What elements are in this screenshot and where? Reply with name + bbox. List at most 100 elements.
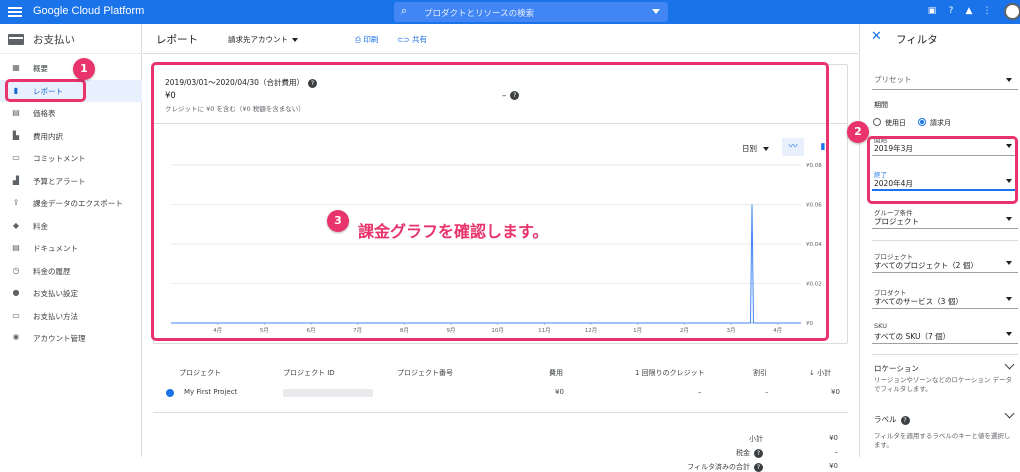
filter-title: フィルタ xyxy=(896,32,938,47)
col-header-cost[interactable]: 費用 xyxy=(549,368,563,378)
help-icon[interactable]: ? xyxy=(754,463,763,472)
labels-description: フィルタを適用するラベルのキーと値を選択します。 xyxy=(874,432,1014,450)
sidebar-item-label: 概要 xyxy=(33,63,48,74)
commitment-icon: ▭ xyxy=(11,153,21,163)
history-icon: ◷ xyxy=(11,266,21,276)
terminal-icon[interactable]: ▣ xyxy=(926,5,938,17)
sku-label: SKU xyxy=(874,322,887,330)
sidebar-item[interactable]: ● お支払い設定 xyxy=(0,282,142,304)
invoice-month-label: 請求月 xyxy=(930,118,951,128)
menu-icon[interactable] xyxy=(8,5,22,19)
col-header-project-number[interactable]: プロジェクト番号 xyxy=(397,368,453,378)
close-icon[interactable]: ✕ xyxy=(871,29,882,44)
location-header[interactable]: ロケーション xyxy=(874,363,919,374)
sidebar-item[interactable]: ▭お支払い方法 xyxy=(0,305,142,327)
filtered-total-label-text: フィルタ済みの合計 xyxy=(687,463,750,471)
sidebar-item[interactable]: ▦概要 xyxy=(0,57,142,79)
usage-date-label: 使用日 xyxy=(885,118,906,128)
subtotal-label: 小計 xyxy=(713,434,763,444)
sidebar-item-label: 費用内訳 xyxy=(33,131,63,142)
chevron-down-icon[interactable] xyxy=(652,9,660,14)
col-header-subtotal[interactable]: ↓ 小計 xyxy=(809,368,831,378)
filtered-total-label: フィルタ済みの合計? xyxy=(653,462,763,472)
preset-value: プリセット xyxy=(874,74,912,85)
gear-icon: ✱ xyxy=(11,333,21,343)
tax-value: – xyxy=(803,448,838,456)
search-placeholder: プロダクトとリソースの検索 xyxy=(424,7,534,19)
divider xyxy=(872,240,1018,241)
product-select[interactable]: プロダクト すべてのサービス（3 個） xyxy=(872,287,1018,309)
col-header-subtotal-label: 小計 xyxy=(817,369,831,377)
sidebar-item[interactable]: ⇪課金データのエクスポート xyxy=(0,192,142,214)
search-bar[interactable]: ⌕ プロダクトとリソースの検索 xyxy=(394,2,668,22)
help-icon[interactable]: ? xyxy=(754,449,763,458)
table-divider xyxy=(153,412,848,413)
chevron-down-icon[interactable] xyxy=(1005,409,1015,419)
filter-header: ✕ フィルタ xyxy=(860,24,1020,54)
chevron-down-icon[interactable] xyxy=(1005,360,1015,370)
sku-select[interactable]: SKU すべての SKU（7 個） xyxy=(872,322,1018,344)
help-icon[interactable]: ? xyxy=(945,5,957,17)
invoice-month-radio[interactable] xyxy=(918,118,926,126)
sidebar-item-label: 価格表 xyxy=(33,108,56,119)
notifications-icon[interactable]: ▲ xyxy=(963,5,975,17)
sidebar-item[interactable]: ▤ 価格表 xyxy=(0,102,142,124)
billing-card-icon xyxy=(8,34,24,45)
preset-select[interactable]: プリセット xyxy=(872,68,1018,90)
sidebar-item[interactable]: ✱ アカウント管理 xyxy=(0,327,142,349)
chevron-down-icon xyxy=(1006,78,1012,82)
subtotal-value: ¥0 xyxy=(803,434,838,442)
person-icon: ● xyxy=(11,288,21,298)
sidebar-item-label: コミットメント xyxy=(33,153,86,164)
cell-cost: ¥0 xyxy=(555,388,564,396)
col-header-project-id[interactable]: プロジェクト ID xyxy=(283,368,335,378)
labels-header-text: ラベル xyxy=(874,415,897,424)
waterfall-icon: ▙ xyxy=(11,131,21,141)
sidebar-item-label: お支払い設定 xyxy=(33,288,78,299)
col-header-project[interactable]: プロジェクト xyxy=(179,368,221,378)
sidebar-item-label: お支払い方法 xyxy=(33,311,78,322)
sort-arrow-icon: ↓ xyxy=(809,369,815,377)
tax-label-text: 税金 xyxy=(736,449,750,457)
cell-subtotal: ¥0 xyxy=(831,388,840,396)
budget-icon: ▟ xyxy=(11,176,21,186)
sidebar-item-label: アカウント管理 xyxy=(33,333,86,344)
project-value: すべてのプロジェクト（2 個） xyxy=(874,260,978,271)
brand-title[interactable]: Google Cloud Platform xyxy=(33,5,144,17)
sidebar-item[interactable]: ▤ドキュメント xyxy=(0,237,142,259)
export-icon: ⇪ xyxy=(11,198,21,208)
col-header-discount[interactable]: 割引 xyxy=(753,368,767,378)
top-app-bar: Google Cloud Platform ⌕ プロダクトとリソースの検索 ▣ … xyxy=(0,0,1020,24)
cell-credit: – xyxy=(698,388,702,396)
sidebar-item[interactable]: ◆ 料金 xyxy=(0,215,142,237)
table-icon: ▤ xyxy=(11,108,21,118)
sidebar-item-label: 料金 xyxy=(33,221,48,232)
tag-icon: ◆ xyxy=(11,221,21,231)
more-vert-icon[interactable]: ⋮ xyxy=(981,5,993,17)
step-badge-2: 2 xyxy=(847,121,869,143)
project-select[interactable]: プロジェクト すべてのプロジェクト（2 個） xyxy=(872,251,1018,273)
series-color-dot xyxy=(166,389,174,397)
step-badge-1: 1 xyxy=(73,58,95,80)
sidebar-item[interactable]: ▙ 費用内訳 xyxy=(0,125,142,147)
highlight-date-range xyxy=(867,136,1018,204)
highlight-report-chart xyxy=(151,62,829,341)
sidebar-title: お支払い xyxy=(33,32,75,47)
sidebar-item[interactable]: ▟予算とアラート xyxy=(0,170,142,192)
cell-discount: – xyxy=(765,388,769,396)
highlight-reports-nav xyxy=(5,79,86,102)
chevron-down-icon xyxy=(1006,261,1012,265)
chevron-down-icon xyxy=(1006,297,1012,301)
labels-header[interactable]: ラベル? xyxy=(874,414,910,425)
filter-panel: ✕ フィルタ プリセット 期間 使用日 請求月 開始 2019年3月 終了 20… xyxy=(859,24,1020,457)
group-by-select[interactable]: グループ条件 プロジェクト xyxy=(872,207,1018,229)
sku-value: すべての SKU（7 個） xyxy=(874,331,950,342)
avatar[interactable] xyxy=(1004,3,1020,20)
col-header-credit[interactable]: 1 回限りのクレジット xyxy=(635,368,705,378)
product-value: すべてのサービス（3 個） xyxy=(874,296,963,307)
help-icon[interactable]: ? xyxy=(901,416,910,425)
sidebar-item-label: 料金の履歴 xyxy=(33,266,71,277)
usage-date-radio[interactable] xyxy=(873,118,881,126)
sidebar-item[interactable]: ▭ コミットメント xyxy=(0,147,142,169)
sidebar-item[interactable]: ◷ 料金の履歴 xyxy=(0,260,142,282)
